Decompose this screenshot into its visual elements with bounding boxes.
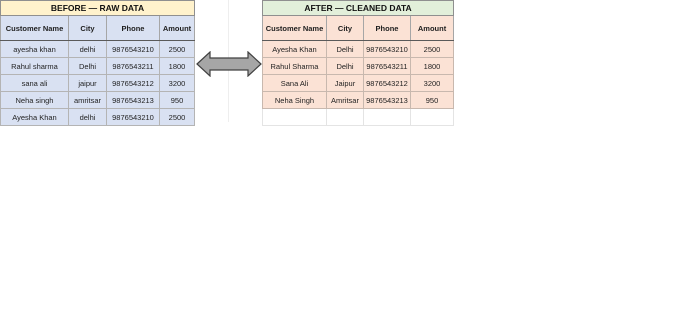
before-title[interactable]: BEFORE — RAW DATA (0, 0, 195, 16)
cell-amount[interactable]: 1800 (159, 57, 195, 75)
before-header-row: Customer Name City Phone Amount (0, 15, 195, 41)
table-row: Rahul sharma Delhi 9876543211 1800 (0, 57, 195, 75)
cell-phone[interactable]: 9876543212 (106, 74, 160, 92)
cell-customer-name[interactable]: Neha Singh (262, 91, 327, 109)
empty-cell[interactable] (363, 108, 411, 126)
cell-amount[interactable]: 3200 (409, 74, 455, 92)
table-row: Neha singh amritsar 9876543213 950 (0, 91, 195, 109)
header-cell-customer-name[interactable]: Customer Name (262, 15, 327, 41)
cell-amount[interactable]: 2500 (159, 108, 195, 126)
cell-customer-name[interactable]: Sana Ali (262, 74, 327, 92)
cell-phone[interactable]: 9876543211 (363, 57, 411, 75)
after-title-row: AFTER — CLEANED DATA (261, 0, 455, 16)
cell-customer-name[interactable]: Ayesha Khan (262, 40, 327, 58)
header-cell-phone[interactable]: Phone (106, 15, 160, 41)
cell-phone[interactable]: 9876543212 (363, 74, 411, 92)
cell-city[interactable]: jaipur (68, 74, 107, 92)
header-cell-customer-name[interactable]: Customer Name (0, 15, 69, 41)
table-row: Ayesha Khan delhi 9876543210 2500 (0, 108, 195, 126)
table-row: Rahul Sharma Delhi 9876543211 1800 (262, 57, 455, 75)
cell-phone[interactable]: 9876543213 (363, 91, 411, 109)
cell-phone[interactable]: 9876543211 (106, 57, 160, 75)
after-title[interactable]: AFTER — CLEANED DATA (261, 0, 455, 16)
header-cell-city[interactable]: City (326, 15, 364, 41)
cell-amount[interactable]: 950 (409, 91, 455, 109)
after-header-row: Customer Name City Phone Amount (262, 15, 455, 41)
table-row: Neha Singh Amritsar 9876543213 950 (262, 91, 455, 109)
cell-customer-name[interactable]: Neha singh (0, 91, 69, 109)
cell-city[interactable]: Delhi (326, 57, 364, 75)
cell-city[interactable]: Amritsar (326, 91, 364, 109)
header-cell-phone[interactable]: Phone (363, 15, 411, 41)
table-row: ayesha khan delhi 9876543210 2500 (0, 40, 195, 58)
cell-phone[interactable]: 9876543210 (106, 108, 160, 126)
cell-amount[interactable]: 950 (159, 91, 195, 109)
cell-amount[interactable]: 1800 (409, 57, 455, 75)
cell-phone[interactable]: 9876543210 (106, 40, 160, 58)
cell-amount[interactable]: 2500 (159, 40, 195, 58)
table-row: Sana Ali Jaipur 9876543212 3200 (262, 74, 455, 92)
empty-row (262, 108, 455, 126)
double-arrow-shape (196, 51, 262, 77)
empty-cell[interactable] (326, 108, 364, 126)
cell-amount[interactable]: 2500 (409, 40, 455, 58)
empty-cell[interactable] (409, 108, 455, 126)
double-arrow-icon[interactable] (196, 51, 262, 77)
header-cell-city[interactable]: City (68, 15, 107, 41)
before-title-row: BEFORE — RAW DATA (0, 0, 195, 16)
cell-city[interactable]: delhi (68, 40, 107, 58)
cell-city[interactable]: Jaipur (326, 74, 364, 92)
header-cell-amount[interactable]: Amount (159, 15, 195, 41)
table-row: Ayesha Khan Delhi 9876543210 2500 (262, 40, 455, 58)
after-table: AFTER — CLEANED DATA Customer Name City … (261, 0, 455, 126)
cell-city[interactable]: amritsar (68, 91, 107, 109)
cell-city[interactable]: Delhi (68, 57, 107, 75)
cell-customer-name[interactable]: Rahul sharma (0, 57, 69, 75)
header-cell-amount[interactable]: Amount (409, 15, 455, 41)
cell-amount[interactable]: 3200 (159, 74, 195, 92)
empty-cell[interactable] (262, 108, 327, 126)
cell-phone[interactable]: 9876543210 (363, 40, 411, 58)
before-table: BEFORE — RAW DATA Customer Name City Pho… (0, 0, 195, 126)
cell-customer-name[interactable]: Rahul Sharma (262, 57, 327, 75)
cell-customer-name[interactable]: Ayesha Khan (0, 108, 69, 126)
cell-phone[interactable]: 9876543213 (106, 91, 160, 109)
cell-customer-name[interactable]: sana ali (0, 74, 69, 92)
cell-city[interactable]: Delhi (326, 40, 364, 58)
table-row: sana ali jaipur 9876543212 3200 (0, 74, 195, 92)
cell-city[interactable]: delhi (68, 108, 107, 126)
cell-customer-name[interactable]: ayesha khan (0, 40, 69, 58)
